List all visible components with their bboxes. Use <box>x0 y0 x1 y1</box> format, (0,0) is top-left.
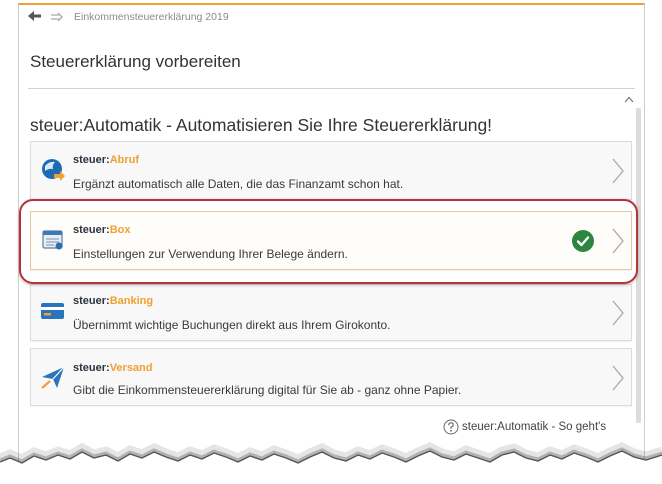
card-title-brand: steuer: <box>73 224 110 236</box>
title-divider <box>28 88 635 89</box>
card-title-brand: steuer: <box>73 362 110 374</box>
card-title-product: Abruf <box>109 154 140 166</box>
breadcrumb[interactable]: Einkommensteuererklärung 2019 <box>74 11 229 23</box>
automatik-card-abruf[interactable]: steuer:Abruf Ergänzt automatisch alle Da… <box>30 141 632 200</box>
card-description: Gibt die Einkommensteuererklärung digita… <box>73 383 462 397</box>
chevron-right-icon[interactable] <box>612 228 624 254</box>
chevron-right-icon[interactable] <box>612 300 624 326</box>
paper-plane-icon <box>40 364 66 390</box>
page-title: Steuererklärung vorbereiten <box>30 52 241 71</box>
card-title-product: Box <box>109 224 131 236</box>
arrow-right-icon[interactable] <box>50 12 64 22</box>
check-circle-icon <box>572 230 594 252</box>
card-title-product: Versand <box>109 362 153 374</box>
box-icon <box>40 227 66 253</box>
help-link[interactable]: steuer:Automatik - So geht's <box>462 420 606 434</box>
card-title-product: Banking <box>109 295 154 307</box>
card-description: Übernimmt wichtige Buchungen direkt aus … <box>73 318 391 332</box>
card-title-brand: steuer: <box>73 295 110 307</box>
bank-card-icon <box>40 298 66 324</box>
scrollbar-thumb[interactable] <box>636 108 641 423</box>
card-title: steuer:Box <box>73 224 130 237</box>
automatik-card-box[interactable]: steuer:Box Einstellungen zur Verwendung … <box>30 211 632 270</box>
chevron-right-icon[interactable] <box>612 365 624 391</box>
abruf-globe-icon <box>40 157 66 183</box>
card-title: steuer:Versand <box>73 362 153 375</box>
arrow-left-icon[interactable] <box>28 11 42 21</box>
card-title: steuer:Abruf <box>73 154 139 167</box>
help-circle-icon[interactable] <box>443 419 459 435</box>
card-title: steuer:Banking <box>73 295 153 308</box>
app-window: Einkommensteuererklärung 2019 Steuererkl… <box>18 3 645 470</box>
section-heading: steuer:Automatik - Automatisieren Sie Ih… <box>30 115 493 135</box>
automatik-card-banking[interactable]: steuer:Banking Übernimmt wichtige Buchun… <box>30 284 632 341</box>
card-description: Ergänzt automatisch alle Daten, die das … <box>73 177 404 191</box>
card-description: Einstellungen zur Verwendung Ihrer Beleg… <box>73 247 348 261</box>
scroll-up-icon[interactable] <box>624 96 634 103</box>
card-title-brand: steuer: <box>73 154 110 166</box>
automatik-card-versand[interactable]: steuer:Versand Gibt die Einkommensteuere… <box>30 348 632 406</box>
chevron-right-icon[interactable] <box>612 158 624 184</box>
